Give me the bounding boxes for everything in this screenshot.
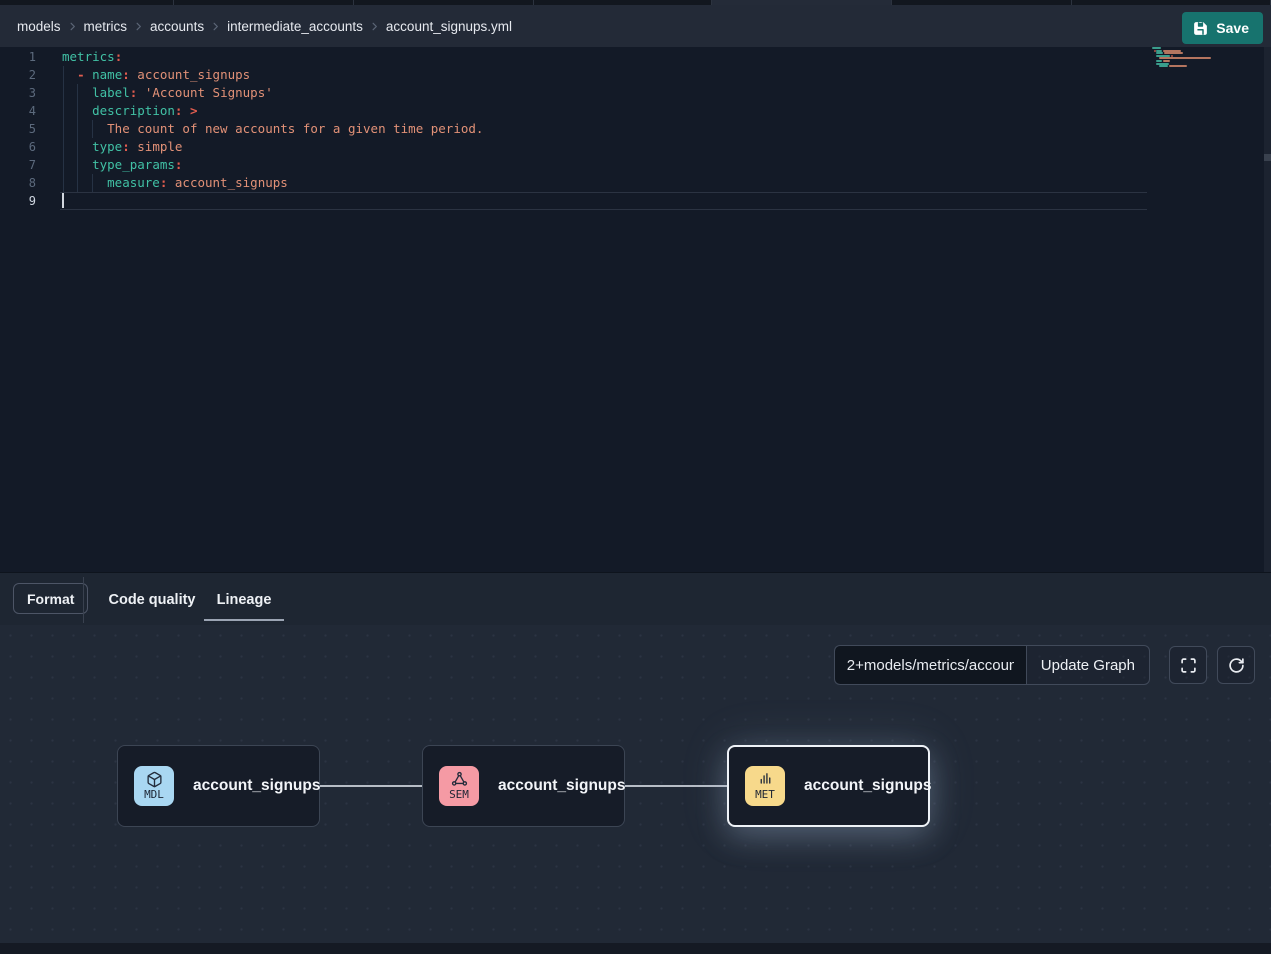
line-number: 4 <box>0 102 36 120</box>
lineage-node-mdl[interactable]: MDL account_signups <box>117 745 320 827</box>
badge-label: MDL <box>144 789 164 801</box>
node-label: account_signups <box>193 777 320 795</box>
code-line[interactable]: 9 <box>0 192 1147 210</box>
minimap-line <box>1152 65 1212 67</box>
lineage-edge <box>320 785 422 787</box>
badge-label: SEM <box>449 789 469 801</box>
code-text: metrics: <box>62 48 122 66</box>
breadcrumb-bar: models metrics accounts intermediate_accoun… <box>0 5 1271 47</box>
breadcrumb-item[interactable]: intermediate_accounts <box>227 19 363 34</box>
ide-window: models metrics accounts intermediate_accoun… <box>0 0 1271 954</box>
save-button[interactable]: Save <box>1182 12 1263 44</box>
fullscreen-button[interactable] <box>1169 646 1207 684</box>
save-button-label: Save <box>1216 20 1249 36</box>
chevron-right-icon <box>210 21 221 32</box>
code-text: measure: account_signups <box>62 174 288 192</box>
line-number: 5 <box>0 120 36 138</box>
line-number: 2 <box>0 66 36 84</box>
line-number: 1 <box>0 48 36 66</box>
code-editor[interactable]: 1metrics:2 - name: account_signups3 labe… <box>0 47 1271 572</box>
code-line[interactable]: 8 measure: account_signups <box>0 174 1147 192</box>
line-number: 9 <box>0 192 36 210</box>
chevron-right-icon <box>133 21 144 32</box>
format-button[interactable]: Format <box>13 583 88 614</box>
minimap[interactable] <box>1152 47 1212 127</box>
line-number: 8 <box>0 174 36 192</box>
lineage-canvas[interactable]: Update Graph MDL account_signups SEM accoun… <box>0 625 1271 943</box>
lineage-selector-input[interactable] <box>834 645 1026 685</box>
tab-code-quality[interactable]: Code quality <box>108 573 196 626</box>
lineage-edge <box>625 785 727 787</box>
code-text: label: 'Account Signups' <box>62 84 273 102</box>
line-number: 3 <box>0 84 36 102</box>
code-line[interactable]: 6 type: simple <box>0 138 1147 156</box>
badge-label: MET <box>755 789 775 801</box>
lineage-node-met[interactable]: MET account_signups <box>727 745 930 827</box>
code-line[interactable]: 2 - name: account_signups <box>0 66 1147 84</box>
line-number: 7 <box>0 156 36 174</box>
status-strip <box>0 943 1271 954</box>
lineage-controls: Update Graph <box>834 645 1255 685</box>
panel-divider <box>83 577 84 623</box>
cube-icon <box>146 771 163 788</box>
code-line[interactable]: 1 metrics: <box>0 48 1147 66</box>
code-text: The count of new accounts for a given ti… <box>62 120 483 138</box>
code-text: type_params: <box>62 156 182 174</box>
fullscreen-icon <box>1180 657 1197 674</box>
bar-chart-icon <box>757 771 774 788</box>
refresh-button[interactable] <box>1217 646 1255 684</box>
update-graph-button[interactable]: Update Graph <box>1026 645 1150 685</box>
code-text: type: simple <box>62 138 182 156</box>
current-line-highlight <box>60 192 1147 210</box>
code-area[interactable]: 1metrics:2 - name: account_signups3 labe… <box>0 48 1147 210</box>
code-line[interactable]: 3 label: 'Account Signups' <box>0 84 1147 102</box>
node-type-badge: MDL <box>134 766 174 806</box>
node-label: account_signups <box>498 777 625 795</box>
text-cursor <box>62 193 64 208</box>
code-text: - name: account_signups <box>62 66 250 84</box>
code-line[interactable]: 5 The count of new accounts for a given … <box>0 120 1147 138</box>
save-icon <box>1193 21 1208 36</box>
breadcrumb-item[interactable]: metrics <box>84 19 128 34</box>
node-type-badge: MET <box>745 766 785 806</box>
line-number: 6 <box>0 138 36 156</box>
chevron-right-icon <box>369 21 380 32</box>
breadcrumb-item[interactable]: account_signups.yml <box>386 19 512 34</box>
code-line[interactable]: 7 type_params: <box>0 156 1147 174</box>
breadcrumb-item[interactable]: models <box>17 19 61 34</box>
active-tab-underline <box>204 619 284 621</box>
lineage-node-sem[interactable]: SEM account_signups <box>422 745 625 827</box>
node-type-badge: SEM <box>439 766 479 806</box>
bottom-panel-header: Format Code quality Lineage <box>0 572 1271 625</box>
code-text: description: > <box>62 102 198 120</box>
node-label: account_signups <box>804 777 931 795</box>
editor-scrollbar[interactable] <box>1264 47 1271 572</box>
semantic-graph-icon <box>451 771 468 788</box>
code-line[interactable]: 4 description: > <box>0 102 1147 120</box>
refresh-icon <box>1228 657 1245 674</box>
breadcrumb: models metrics accounts intermediate_accoun… <box>17 5 512 47</box>
breadcrumb-item[interactable]: accounts <box>150 19 204 34</box>
scrollbar-notch <box>1264 154 1271 161</box>
chevron-right-icon <box>67 21 78 32</box>
